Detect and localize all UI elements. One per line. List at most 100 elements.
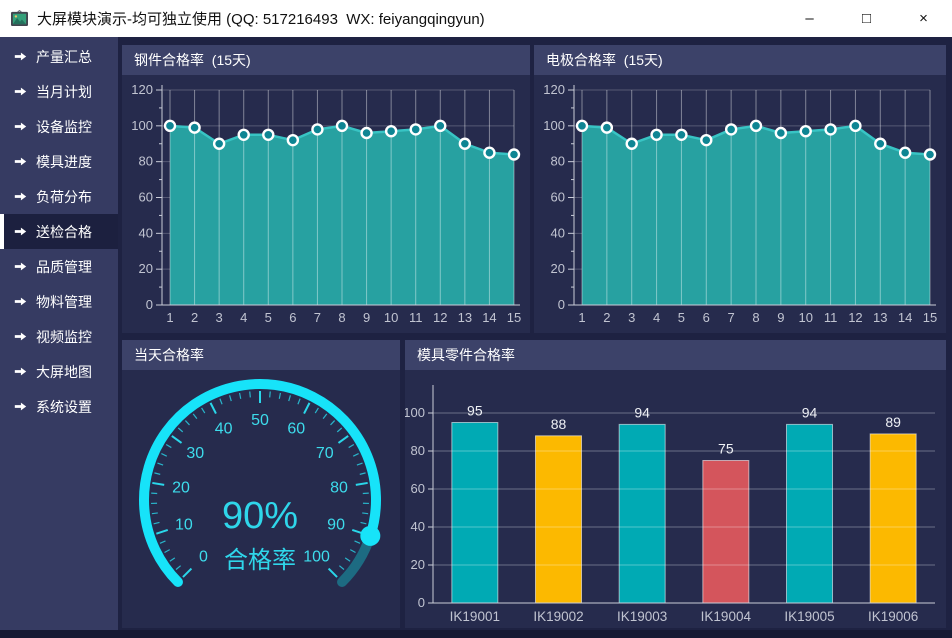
svg-text:80: 80 xyxy=(139,154,153,169)
maximize-button[interactable]: □ xyxy=(838,0,895,37)
svg-text:100: 100 xyxy=(131,118,153,133)
svg-text:8: 8 xyxy=(752,310,759,325)
svg-text:14: 14 xyxy=(482,310,496,325)
svg-text:2: 2 xyxy=(191,310,198,325)
svg-text:40: 40 xyxy=(551,225,565,240)
svg-text:88: 88 xyxy=(551,416,567,432)
sidebar-item-9[interactable]: 视频监控 xyxy=(0,319,118,354)
svg-text:12: 12 xyxy=(433,310,447,325)
svg-text:4: 4 xyxy=(240,310,247,325)
svg-text:13: 13 xyxy=(873,310,887,325)
svg-text:1: 1 xyxy=(166,310,173,325)
svg-text:14: 14 xyxy=(898,310,912,325)
sidebar-item-4[interactable]: 模具进度 xyxy=(0,144,118,179)
svg-text:94: 94 xyxy=(634,404,650,420)
sidebar-item-6[interactable]: 送检合格 xyxy=(0,214,118,249)
sidebar-item-2[interactable]: 当月计划 xyxy=(0,74,118,109)
svg-text:120: 120 xyxy=(543,82,565,97)
sidebar-item-1[interactable]: 产量汇总 xyxy=(0,39,118,74)
panel-electrode-pass-rate: 电极合格率 (15天) 0204060801001201234567891011… xyxy=(534,45,946,333)
panel-title: 模具零件合格率 xyxy=(405,340,946,370)
main-content: 钢件合格率 (15天) 0204060801001201234567891011… xyxy=(118,37,952,630)
close-button[interactable]: × xyxy=(895,0,952,37)
svg-text:10: 10 xyxy=(798,310,812,325)
svg-text:60: 60 xyxy=(287,421,305,438)
svg-text:90%: 90% xyxy=(222,495,298,537)
sidebar-item-5[interactable]: 负荷分布 xyxy=(0,179,118,214)
sidebar-item-7[interactable]: 品质管理 xyxy=(0,249,118,284)
today-pass-rate-gauge: 010203040506070809010090%合格率 xyxy=(122,370,400,628)
sidebar-item-label: 模具进度 xyxy=(36,152,92,172)
svg-text:80: 80 xyxy=(330,479,348,496)
svg-text:9: 9 xyxy=(777,310,784,325)
svg-text:12: 12 xyxy=(848,310,862,325)
svg-text:120: 120 xyxy=(131,82,153,97)
arrow-icon xyxy=(14,260,27,273)
svg-text:4: 4 xyxy=(653,310,660,325)
panel-title: 电极合格率 (15天) xyxy=(534,45,946,75)
svg-text:60: 60 xyxy=(139,190,153,205)
svg-text:9: 9 xyxy=(363,310,370,325)
mold-parts-pass-rate-chart: 02040608010095IK1900188IK1900294IK190037… xyxy=(405,370,946,628)
svg-text:10: 10 xyxy=(175,517,193,534)
svg-text:60: 60 xyxy=(411,481,425,496)
panel-title: 当天合格率 xyxy=(122,340,400,370)
arrow-icon xyxy=(14,295,27,308)
svg-text:100: 100 xyxy=(543,118,565,133)
sidebar-item-3[interactable]: 设备监控 xyxy=(0,109,118,144)
svg-text:IK19003: IK19003 xyxy=(617,609,667,624)
sidebar-item-11[interactable]: 系统设置 xyxy=(0,389,118,424)
svg-text:11: 11 xyxy=(824,310,838,325)
svg-text:5: 5 xyxy=(678,310,685,325)
svg-text:40: 40 xyxy=(411,519,425,534)
svg-text:IK19001: IK19001 xyxy=(450,609,500,624)
window-bottom-edge xyxy=(0,630,952,638)
sidebar-item-label: 大屏地图 xyxy=(36,362,92,382)
svg-text:11: 11 xyxy=(409,310,423,325)
svg-text:80: 80 xyxy=(411,443,425,458)
sidebar-item-label: 设备监控 xyxy=(36,117,92,137)
arrow-icon xyxy=(14,120,27,133)
sidebar-item-label: 物料管理 xyxy=(36,292,92,312)
svg-text:0: 0 xyxy=(418,595,425,610)
svg-text:60: 60 xyxy=(551,190,565,205)
svg-text:合格率: 合格率 xyxy=(224,547,296,574)
sidebar: 产量汇总当月计划设备监控模具进度负荷分布送检合格品质管理物料管理视频监控大屏地图… xyxy=(0,37,118,630)
svg-text:89: 89 xyxy=(885,414,901,430)
svg-text:6: 6 xyxy=(703,310,710,325)
svg-text:0: 0 xyxy=(146,297,153,312)
svg-text:IK19006: IK19006 xyxy=(868,609,918,624)
panel-mold-parts-pass-rate: 模具零件合格率 02040608010095IK1900188IK1900294… xyxy=(405,340,946,628)
sidebar-item-label: 送检合格 xyxy=(36,222,92,242)
arrow-icon xyxy=(14,190,27,203)
arrow-icon xyxy=(14,225,27,238)
sidebar-item-label: 当月计划 xyxy=(36,82,92,102)
svg-text:7: 7 xyxy=(728,310,735,325)
svg-text:20: 20 xyxy=(172,479,190,496)
titlebar: 大屏模块演示-均可独立使用 (QQ: 517216493 WX: feiyang… xyxy=(0,0,952,37)
svg-text:15: 15 xyxy=(507,310,521,325)
app-body: 产量汇总当月计划设备监控模具进度负荷分布送检合格品质管理物料管理视频监控大屏地图… xyxy=(0,37,952,630)
steel-pass-rate-chart: 020406080100120123456789101112131415 xyxy=(122,75,530,333)
svg-text:5: 5 xyxy=(265,310,272,325)
svg-text:90: 90 xyxy=(327,517,345,534)
svg-text:20: 20 xyxy=(551,261,565,276)
svg-text:10: 10 xyxy=(384,310,398,325)
app-icon xyxy=(10,10,29,27)
svg-text:IK19002: IK19002 xyxy=(533,609,583,624)
sidebar-item-label: 品质管理 xyxy=(36,257,92,277)
sidebar-item-10[interactable]: 大屏地图 xyxy=(0,354,118,389)
svg-text:0: 0 xyxy=(199,549,208,566)
svg-text:2: 2 xyxy=(603,310,610,325)
svg-text:7: 7 xyxy=(314,310,321,325)
minimize-button[interactable]: – xyxy=(781,0,838,37)
electrode-pass-rate-chart: 020406080100120123456789101112131415 xyxy=(534,75,946,333)
svg-text:94: 94 xyxy=(802,404,818,420)
sidebar-item-8[interactable]: 物料管理 xyxy=(0,284,118,319)
arrow-icon xyxy=(14,50,27,63)
window-title: 大屏模块演示-均可独立使用 (QQ: 517216493 WX: feiyang… xyxy=(37,8,781,29)
arrow-icon xyxy=(14,85,27,98)
sidebar-item-label: 系统设置 xyxy=(36,397,92,417)
svg-text:3: 3 xyxy=(628,310,635,325)
svg-text:0: 0 xyxy=(558,297,565,312)
